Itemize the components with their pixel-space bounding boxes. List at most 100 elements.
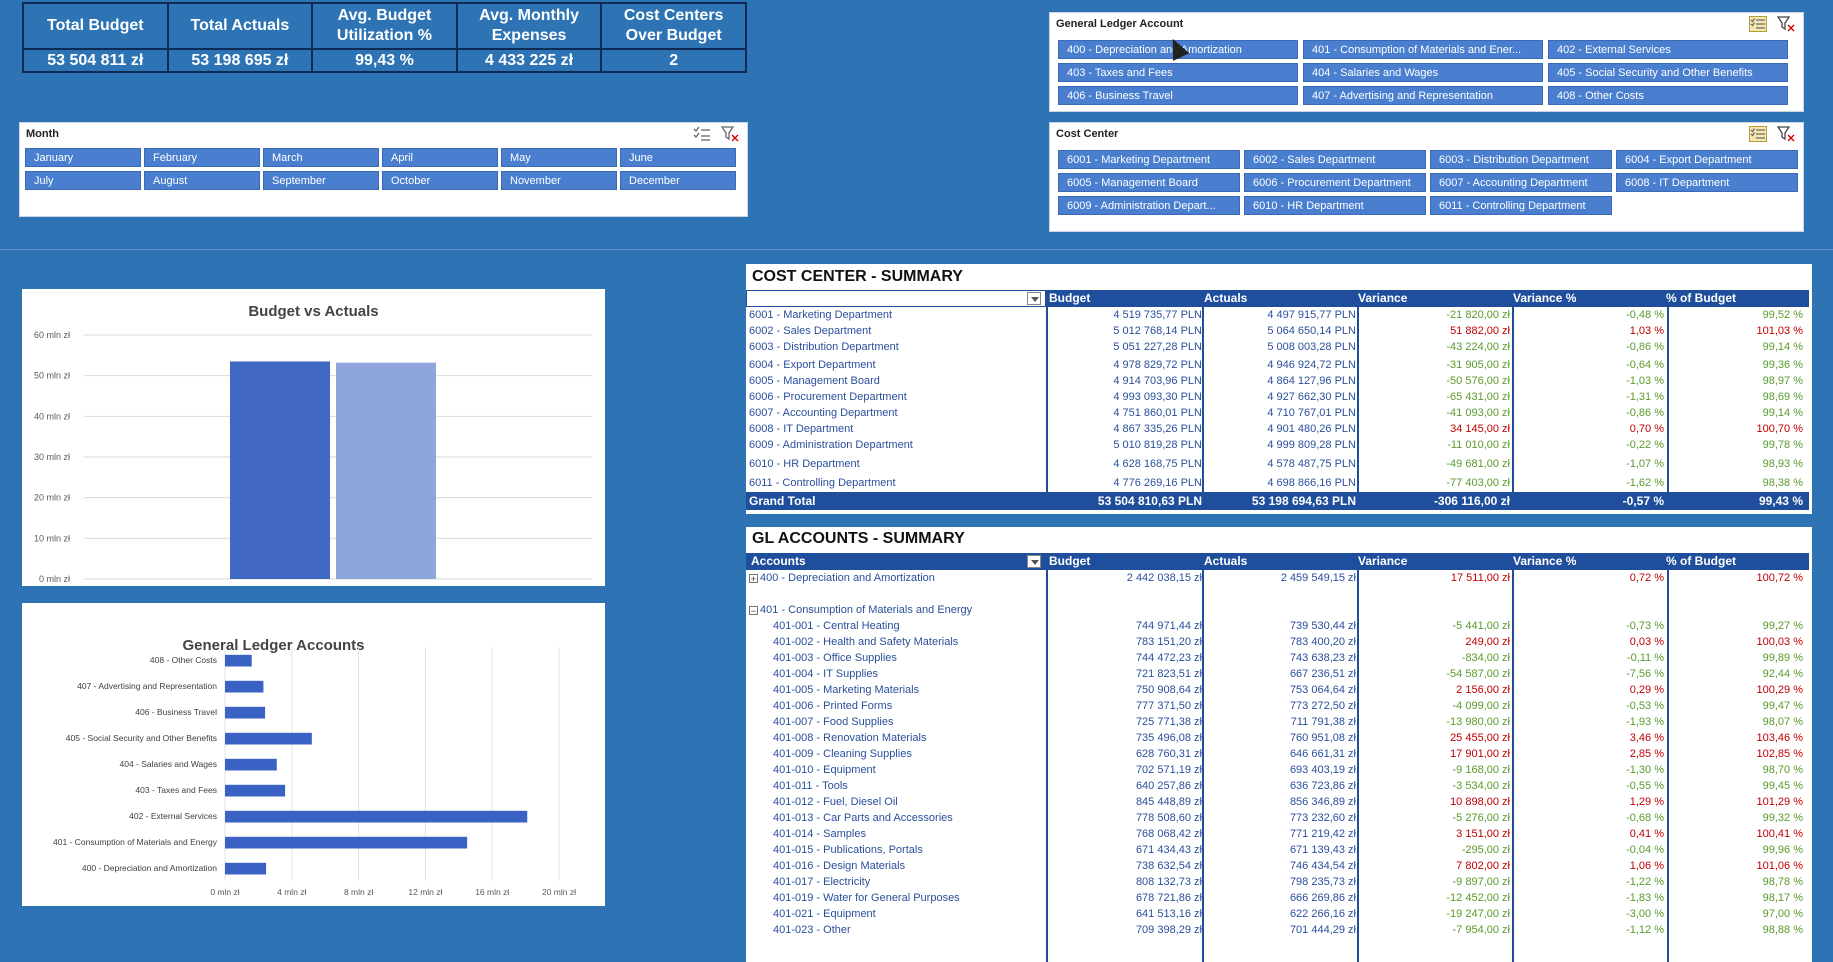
budget-vs-actuals-chart[interactable]: Budget vs Actuals 0 mln zł 10 mln zł 20 ml… — [22, 289, 605, 586]
multi-select-icon[interactable] — [693, 126, 711, 142]
table-row[interactable]: 401-012 - Fuel, Diesel Oil 845 448,89 zł 8… — [746, 795, 1809, 811]
slicer-item[interactable]: 403 - Taxes and Fees — [1058, 63, 1298, 82]
grand-total-row[interactable]: Grand Total 53 504 810,63 PLN 53 198 694,6… — [746, 492, 1809, 510]
slicer-item[interactable]: 408 - Other Costs — [1548, 86, 1788, 105]
vpct-cell: -0,64 % — [1626, 359, 1664, 371]
slicer-item[interactable]: 6005 - Management Board — [1058, 173, 1240, 192]
table-row[interactable]: 401-006 - Printed Forms 777 371,50 zł 773 … — [746, 699, 1809, 715]
table-row[interactable]: 6011 - Controlling Department 4 776 269,1… — [746, 476, 1809, 492]
filter-dropdown-icon[interactable] — [1027, 292, 1041, 305]
slicer-item[interactable]: 407 - Advertising and Representation — [1303, 86, 1543, 105]
slicer-item[interactable]: 402 - External Services — [1548, 40, 1788, 59]
table-row[interactable]: 401-004 - IT Supplies 721 823,51 zł 667 23… — [746, 667, 1809, 683]
table-row[interactable]: 401-017 - Electricity 808 132,73 zł 798 23… — [746, 875, 1809, 891]
table-row[interactable]: 401-023 - Other 709 398,29 zł 701 444,29 z… — [746, 923, 1809, 939]
clear-filter-icon[interactable] — [1777, 126, 1795, 142]
table-row[interactable]: 401-014 - Samples 768 068,42 zł 771 219,42… — [746, 827, 1809, 843]
bar[interactable] — [225, 810, 528, 823]
table-row[interactable]: 6003 - Distribution Department 5 051 227,… — [746, 340, 1809, 356]
slicer-item[interactable]: 6007 - Accounting Department — [1430, 173, 1612, 192]
table-row[interactable]: 401-002 - Health and Safety Materials 783… — [746, 635, 1809, 651]
group-row[interactable]: −401 - Consumption of Materials and Ener… — [746, 603, 1809, 619]
table-row[interactable]: 401-015 - Publications, Portals 671 434,4… — [746, 843, 1809, 859]
table-row[interactable]: +400 - Depreciation and Amortization 2 44… — [746, 571, 1809, 587]
slicer-item[interactable]: September — [263, 171, 379, 190]
table-row[interactable]: 6004 - Export Department 4 978 829,72 PLN… — [746, 358, 1809, 374]
bar-budget[interactable] — [230, 361, 330, 579]
multi-select-icon[interactable] — [1749, 126, 1767, 142]
slicer-item[interactable]: April — [382, 148, 498, 167]
bar[interactable] — [225, 758, 277, 771]
bar[interactable] — [225, 862, 267, 875]
multi-select-icon[interactable] — [1749, 16, 1767, 32]
slicer-item[interactable]: November — [501, 171, 617, 190]
slicer-item[interactable]: March — [263, 148, 379, 167]
slicer-item[interactable]: 6010 - HR Department — [1244, 196, 1426, 215]
slicer-item[interactable]: 6009 - Administration Depart... — [1058, 196, 1240, 215]
slicer-item[interactable]: June — [620, 148, 736, 167]
slicer-item[interactable]: 6006 - Procurement Department — [1244, 173, 1426, 192]
slicer-item[interactable]: December — [620, 171, 736, 190]
slicer-item[interactable]: 6001 - Marketing Department — [1058, 150, 1240, 169]
slicer-item[interactable]: 401 - Consumption of Materials and Ener.… — [1303, 40, 1543, 59]
variance-cell: 249,00 zł — [1465, 636, 1510, 648]
slicer-item[interactable]: August — [144, 171, 260, 190]
variance-cell: -12 452,00 zł — [1446, 892, 1510, 904]
slicer-item[interactable]: October — [382, 171, 498, 190]
table-row[interactable]: 401-013 - Car Parts and Accessories 778 5… — [746, 811, 1809, 827]
table-row[interactable]: 6010 - HR Department 4 628 168,75 PLN 4 57… — [746, 457, 1809, 473]
slicer-item[interactable]: 6003 - Distribution Department — [1430, 150, 1612, 169]
slicer-item[interactable]: 6002 - Sales Department — [1244, 150, 1426, 169]
table-row[interactable]: 401-008 - Renovation Materials 735 496,08… — [746, 731, 1809, 747]
table-row[interactable]: 401-011 - Tools 640 257,86 zł 636 723,86 z… — [746, 779, 1809, 795]
budget-cell: 4 993 093,30 PLN — [1113, 391, 1202, 403]
slicer-item[interactable]: January — [25, 148, 141, 167]
bar[interactable] — [225, 784, 286, 797]
bar[interactable] — [225, 732, 312, 745]
table-row[interactable]: 401-010 - Equipment 702 571,19 zł 693 403,… — [746, 763, 1809, 779]
slicer-item[interactable]: 6011 - Controlling Department — [1430, 196, 1612, 215]
slicer-item[interactable]: 404 - Salaries and Wages — [1303, 63, 1543, 82]
table-row[interactable]: 6007 - Accounting Department 4 751 860,01… — [746, 406, 1809, 422]
table-row[interactable]: 401-021 - Equipment 641 513,16 zł 622 266,… — [746, 907, 1809, 923]
slicer-item[interactable]: July — [25, 171, 141, 190]
table-row[interactable]: 401-016 - Design Materials 738 632,54 zł 7… — [746, 859, 1809, 875]
actuals-cell: 711 791,38 zł — [1290, 716, 1356, 728]
slicer-item[interactable]: 6004 - Export Department — [1616, 150, 1798, 169]
table-row[interactable]: 6005 - Management Board 4 914 703,96 PLN 4… — [746, 374, 1809, 390]
bar[interactable] — [225, 680, 264, 693]
table-row[interactable]: 6002 - Sales Department 5 012 768,14 PLN 5… — [746, 324, 1809, 340]
filter-dropdown-icon[interactable] — [1027, 555, 1041, 568]
pob-cell: 101,29 % — [1756, 796, 1803, 808]
table-row[interactable]: 401-005 - Marketing Materials 750 908,64 … — [746, 683, 1809, 699]
slicer-item[interactable]: May — [501, 148, 617, 167]
budget-cell: 4 751 860,01 PLN — [1113, 407, 1202, 419]
table-row[interactable]: 6008 - IT Department 4 867 335,26 PLN 4 90… — [746, 422, 1809, 438]
clear-filter-icon[interactable] — [1777, 16, 1795, 32]
table-row[interactable]: 401-019 - Water for General Purposes 678 … — [746, 891, 1809, 907]
table-row[interactable]: 401-003 - Office Supplies 744 472,23 zł 74… — [746, 651, 1809, 667]
table-row[interactable]: 6009 - Administration Department 5 010 81… — [746, 438, 1809, 454]
bar-actuals[interactable] — [336, 362, 436, 579]
pob-cell: 99,89 % — [1762, 652, 1803, 664]
collapse-icon[interactable]: − — [749, 605, 758, 615]
expand-icon[interactable]: + — [749, 573, 758, 583]
slicer-item[interactable]: 406 - Business Travel — [1058, 86, 1298, 105]
table-row[interactable]: 401-001 - Central Heating 744 971,44 zł 73… — [746, 619, 1809, 635]
clear-filter-icon[interactable] — [721, 126, 739, 142]
gl-accounts-chart[interactable]: General Ledger Accounts 0 mln zł 4 mln zł… — [22, 603, 605, 906]
table-row[interactable]: 6001 - Marketing Department 4 519 735,77 … — [746, 308, 1809, 324]
gl-account-slicer: General Ledger Account 400 - Depreciatio… — [1049, 12, 1804, 112]
row-label: 6004 - Export Department — [749, 359, 876, 371]
table-row[interactable]: 6006 - Procurement Department 4 993 093,3… — [746, 390, 1809, 406]
vpct-cell: -1,93 % — [1626, 716, 1664, 728]
table-row[interactable]: 401-007 - Food Supplies 725 771,38 zł 711 … — [746, 715, 1809, 731]
bar[interactable] — [225, 706, 266, 719]
bar[interactable] — [225, 836, 468, 849]
bar[interactable] — [225, 654, 252, 667]
y-tick-label: 40 mln zł — [34, 411, 70, 421]
slicer-item[interactable]: February — [144, 148, 260, 167]
slicer-item[interactable]: 405 - Social Security and Other Benefits — [1548, 63, 1788, 82]
table-row[interactable]: 401-009 - Cleaning Supplies 628 760,31 zł… — [746, 747, 1809, 763]
slicer-item[interactable]: 6008 - IT Department — [1616, 173, 1798, 192]
